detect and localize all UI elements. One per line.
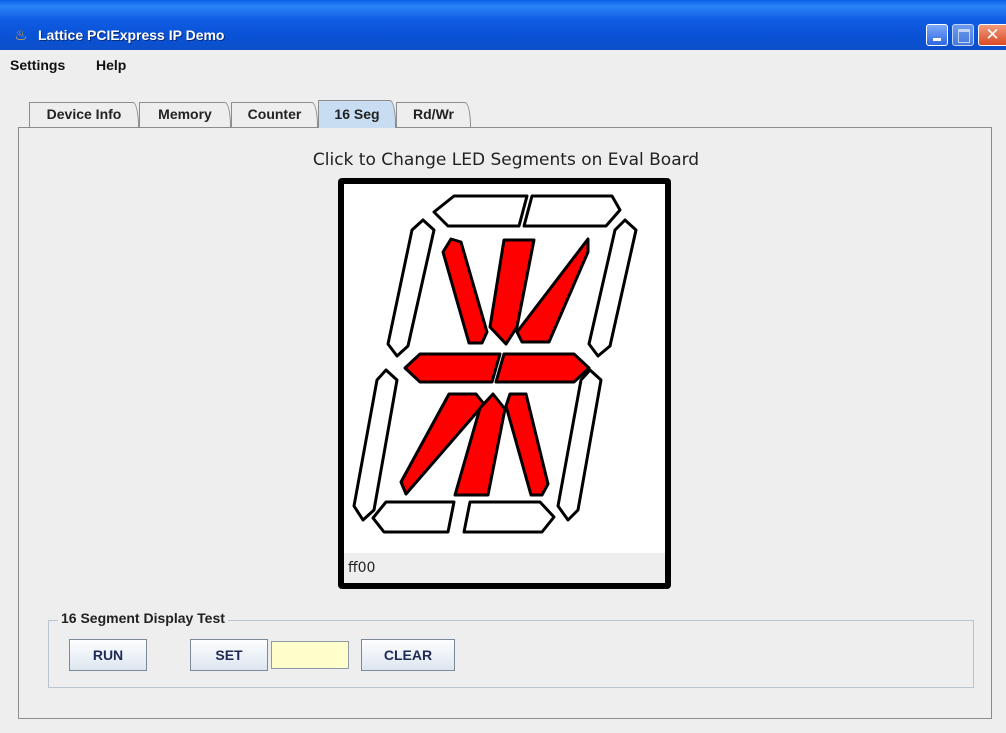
minimize-button[interactable]: [926, 24, 948, 46]
segment-test-group: 16 Segment Display Test RUN SET CLEAR: [48, 610, 974, 688]
tab-device-info[interactable]: Device Info: [29, 102, 139, 127]
maximize-button[interactable]: [952, 24, 974, 46]
led-display-frame: ff00: [338, 178, 671, 589]
java-cup-icon: ♨: [14, 26, 28, 44]
window-title: Lattice PCIExpress IP Demo: [38, 27, 225, 43]
tab-rd-wr[interactable]: Rd/Wr: [396, 102, 471, 127]
sixteen-segment-display[interactable]: [344, 184, 665, 583]
led-display: ff00: [344, 184, 665, 583]
segment-diag-lower-right[interactable]: [504, 392, 550, 497]
segment-upper-right[interactable]: [587, 218, 638, 358]
app-window: ♨ Lattice PCIExpress IP Demo ✕ Settings …: [0, 0, 1006, 733]
segment-lower-right[interactable]: [556, 368, 603, 522]
tab-memory[interactable]: Memory: [139, 102, 231, 127]
group-title: 16 Segment Display Test: [58, 610, 228, 626]
segment-upper-left[interactable]: [386, 218, 436, 358]
tab-panel-16-seg: Click to Change LED Segments on Eval Boa…: [18, 127, 992, 719]
menu-settings[interactable]: Settings: [10, 57, 65, 73]
tab-16-seg[interactable]: 16 Seg: [318, 100, 396, 128]
clear-button[interactable]: CLEAR: [361, 639, 455, 671]
segment-diag-upper-left[interactable]: [441, 237, 489, 345]
segment-lower-left[interactable]: [352, 368, 399, 522]
close-button[interactable]: ✕: [978, 24, 1006, 46]
tab-counter[interactable]: Counter: [231, 102, 318, 127]
segment-middle-left[interactable]: [403, 352, 502, 384]
display-value-bar: ff00: [344, 553, 665, 583]
menu-bar: Settings Help: [0, 50, 1006, 78]
panel-heading: Click to Change LED Segments on Eval Boa…: [312, 150, 700, 170]
segment-value-input[interactable]: [271, 641, 349, 669]
maximize-icon: [953, 25, 973, 45]
segment-middle-right[interactable]: [494, 352, 591, 384]
minimize-icon: [927, 25, 947, 45]
segment-top-right[interactable]: [522, 194, 622, 228]
menu-help[interactable]: Help: [96, 57, 126, 73]
display-hex-value: ff00: [348, 560, 376, 576]
set-button[interactable]: SET: [190, 639, 268, 671]
segment-bottom-left[interactable]: [371, 500, 456, 534]
close-icon: ✕: [985, 25, 1000, 45]
segment-top-left[interactable]: [432, 194, 529, 228]
segment-bottom-right[interactable]: [462, 500, 556, 534]
title-bar[interactable]: ♨ Lattice PCIExpress IP Demo ✕: [0, 0, 1006, 50]
run-button[interactable]: RUN: [69, 639, 147, 671]
